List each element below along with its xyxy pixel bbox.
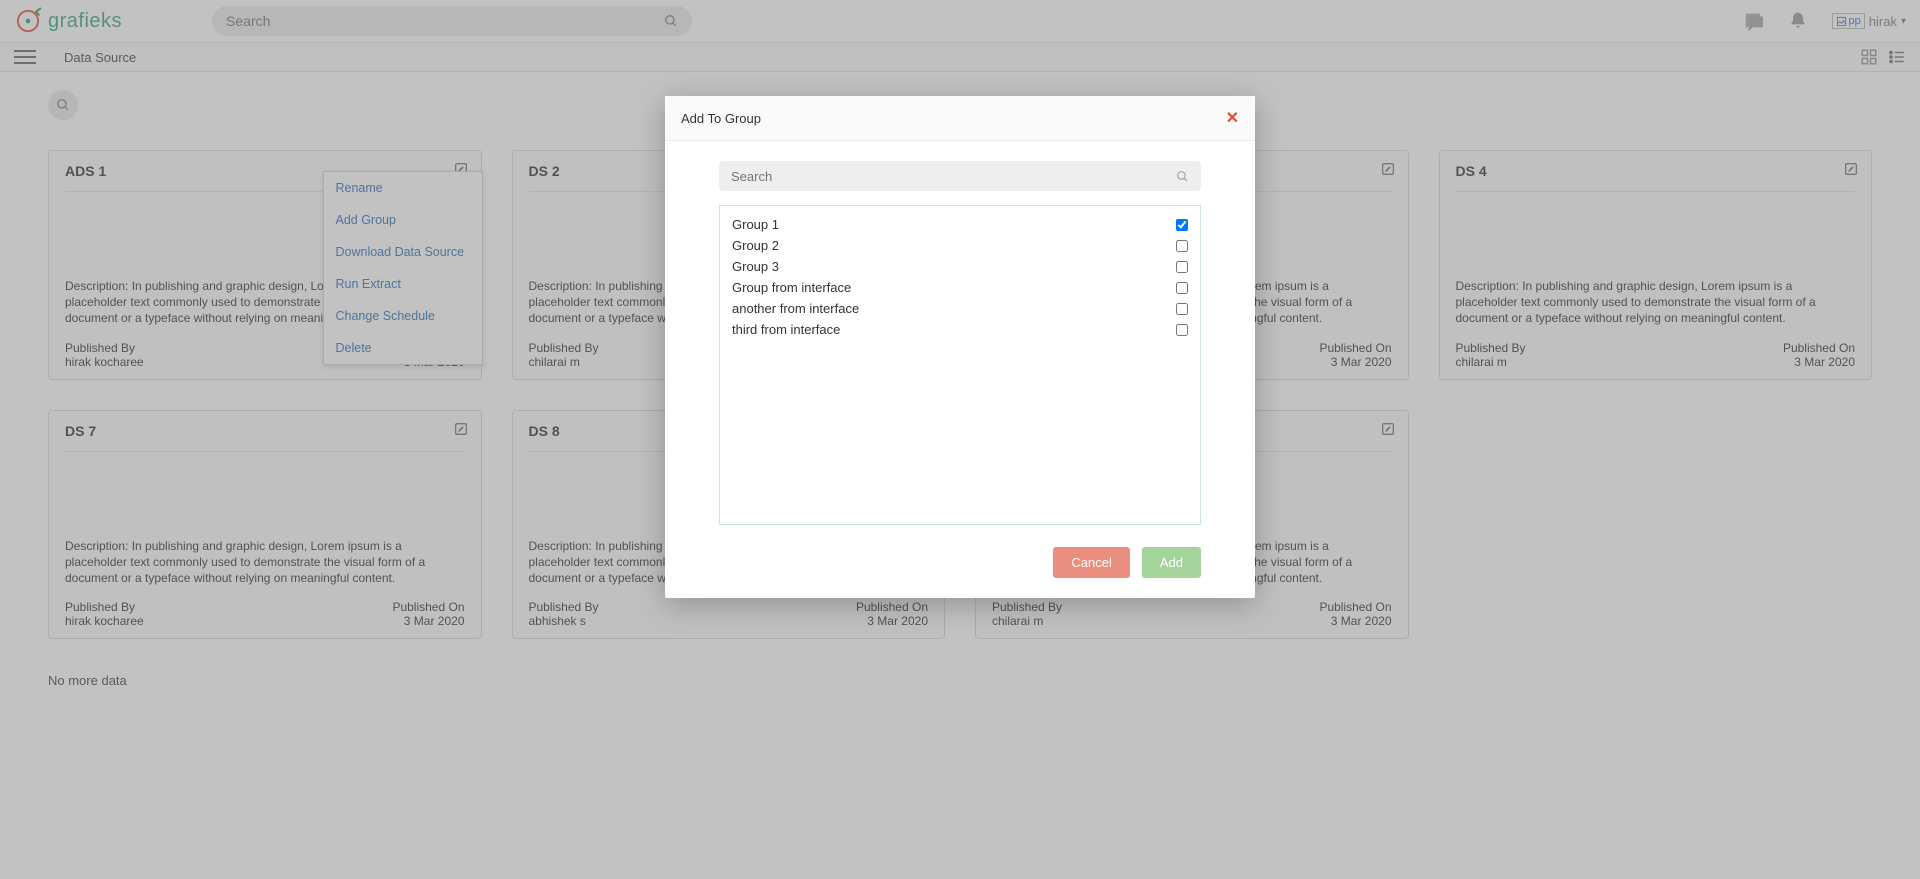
group-row[interactable]: Group 3 [730, 256, 1190, 277]
group-name: Group 3 [732, 259, 779, 274]
group-name: another from interface [732, 301, 859, 316]
modal-title: Add To Group [681, 111, 761, 126]
group-name: Group from interface [732, 280, 851, 295]
group-name: third from interface [732, 322, 840, 337]
modal-footer: Cancel Add [665, 533, 1255, 598]
group-row[interactable]: Group from interface [730, 277, 1190, 298]
modal-search[interactable] [719, 161, 1201, 191]
search-icon [1176, 170, 1189, 183]
group-list: Group 1 Group 2 Group 3 Group from interfac… [719, 205, 1201, 525]
group-row[interactable]: Group 1 [730, 214, 1190, 235]
group-checkbox[interactable] [1176, 303, 1188, 315]
group-row[interactable]: third from interface [730, 319, 1190, 340]
add-button[interactable]: Add [1142, 547, 1201, 578]
group-checkbox[interactable] [1176, 261, 1188, 273]
add-to-group-modal: Add To Group ✕ Group 1Group 2Group 3Grou… [665, 96, 1255, 598]
group-checkbox[interactable] [1176, 219, 1188, 231]
modal-search-input[interactable] [731, 169, 1176, 184]
group-row[interactable]: another from interface [730, 298, 1190, 319]
group-checkbox[interactable] [1176, 282, 1188, 294]
modal-header: Add To Group ✕ [665, 96, 1255, 141]
group-name: Group 2 [732, 238, 779, 253]
modal-close-icon[interactable]: ✕ [1226, 108, 1239, 128]
group-checkbox[interactable] [1176, 324, 1188, 336]
group-checkbox[interactable] [1176, 240, 1188, 252]
group-row[interactable]: Group 2 [730, 235, 1190, 256]
group-name: Group 1 [732, 217, 779, 232]
cancel-button[interactable]: Cancel [1053, 547, 1129, 578]
